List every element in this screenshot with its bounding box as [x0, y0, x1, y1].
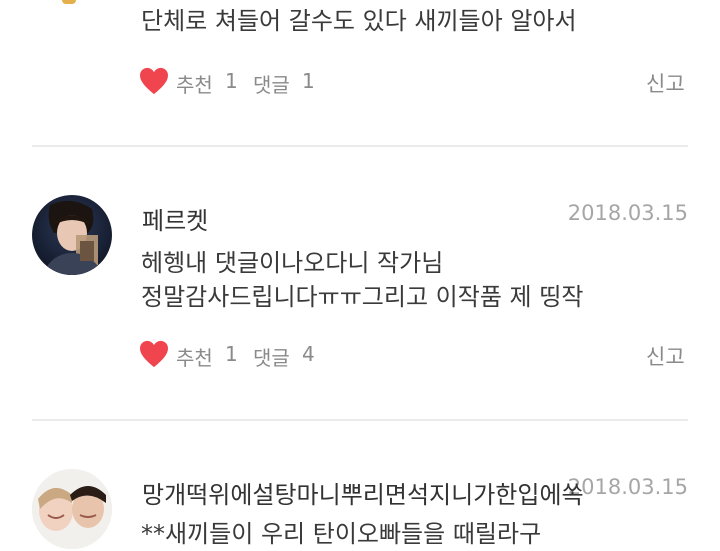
heart-icon — [140, 340, 168, 368]
like-label: 추천 — [176, 73, 213, 97]
comment-date: 2018.03.15 — [567, 201, 688, 225]
avatar-sliver — [62, 0, 76, 4]
reply-count: 1 — [302, 69, 315, 93]
comment-item: 단체로 쳐들어 갈수도 있다 새끼들아 알아서 추천 1 댓글 1 신고 — [0, 0, 720, 146]
reply-count: 4 — [302, 342, 315, 366]
avatar[interactable] — [32, 469, 112, 549]
heart-icon — [140, 67, 168, 95]
reply-label: 댓글 — [253, 73, 290, 97]
comment-text: 단체로 쳐들어 갈수도 있다 새끼들아 알아서 — [141, 7, 577, 35]
profile-photo-icon — [32, 469, 112, 549]
comment-item: 페르켓 2018.03.15 헤헹내 댓글이나오다니 작가님 정말감사드립니다ㅠ… — [0, 147, 720, 419]
comment-nickname[interactable]: 페르켓 — [142, 201, 208, 236]
avatar[interactable] — [32, 195, 112, 275]
like-label: 추천 — [176, 346, 213, 370]
profile-photo-icon — [32, 195, 112, 275]
comment-date: 2018.03.15 — [567, 475, 688, 499]
comment-text-line: 정말감사드립니다ㅠㅠ그리고 이작품 제 띵작 — [141, 283, 584, 311]
comment-nickname[interactable]: 망개떡위에설탕마니뿌리면석지니가한입에쏙 — [142, 475, 584, 510]
report-button[interactable]: 신고 — [646, 341, 685, 371]
reply-label: 댓글 — [253, 346, 290, 370]
report-button[interactable]: 신고 — [646, 68, 685, 98]
like-count: 1 — [225, 69, 238, 93]
comment-text-line: 헤헹내 댓글이나오다니 작가님 — [141, 249, 444, 277]
comment-text-line: **새끼들이 우리 탄이오빠들을 때릴라구 — [141, 520, 542, 548]
comment-item: 2018.03.15 망개떡위에설탕마니뿌리면석지니가한입에쏙 **새끼들이 우… — [0, 421, 720, 549]
like-count: 1 — [225, 342, 238, 366]
